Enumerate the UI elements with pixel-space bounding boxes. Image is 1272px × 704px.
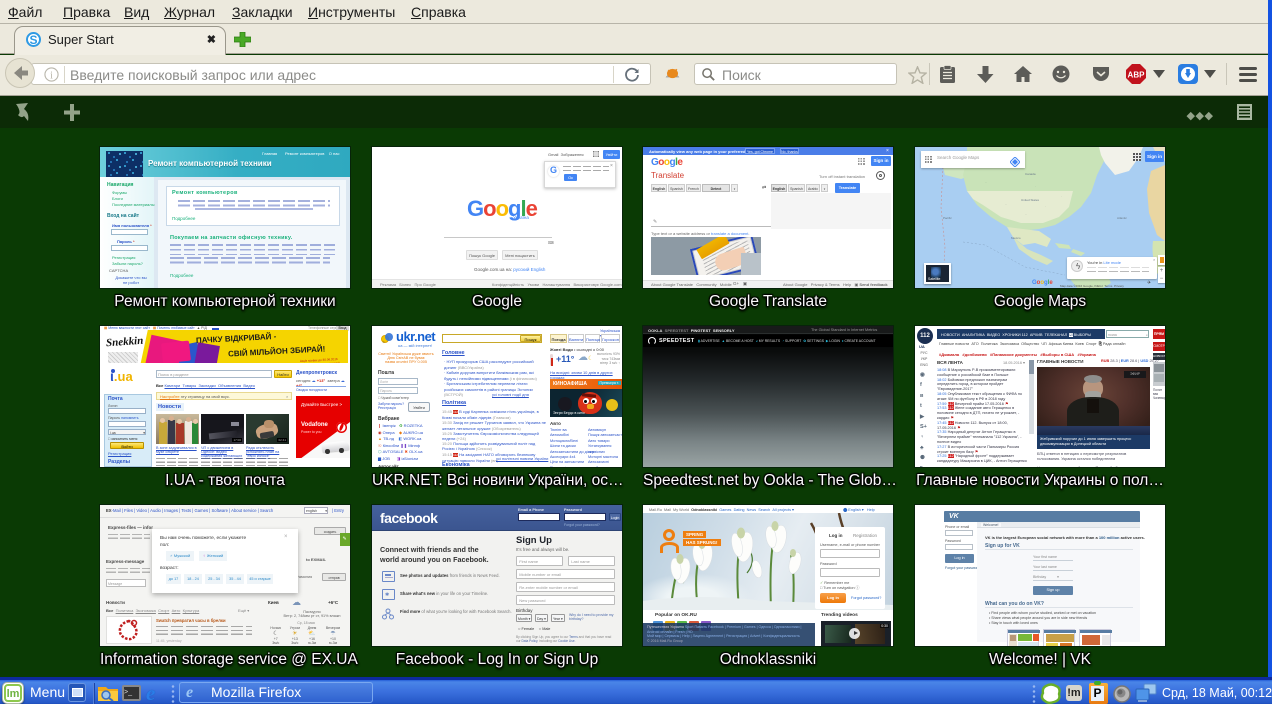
svg-text:Mexico: Mexico <box>1011 236 1021 240</box>
svg-text:Atlantic: Atlantic <box>1117 216 1127 220</box>
svg-text:Canada: Canada <box>1025 172 1036 176</box>
svg-text:Pacific: Pacific <box>943 216 952 220</box>
svg-text:United States: United States <box>1021 198 1040 202</box>
svg-text:i: i <box>50 70 53 81</box>
svg-text:ABP: ABP <box>1128 71 1146 80</box>
